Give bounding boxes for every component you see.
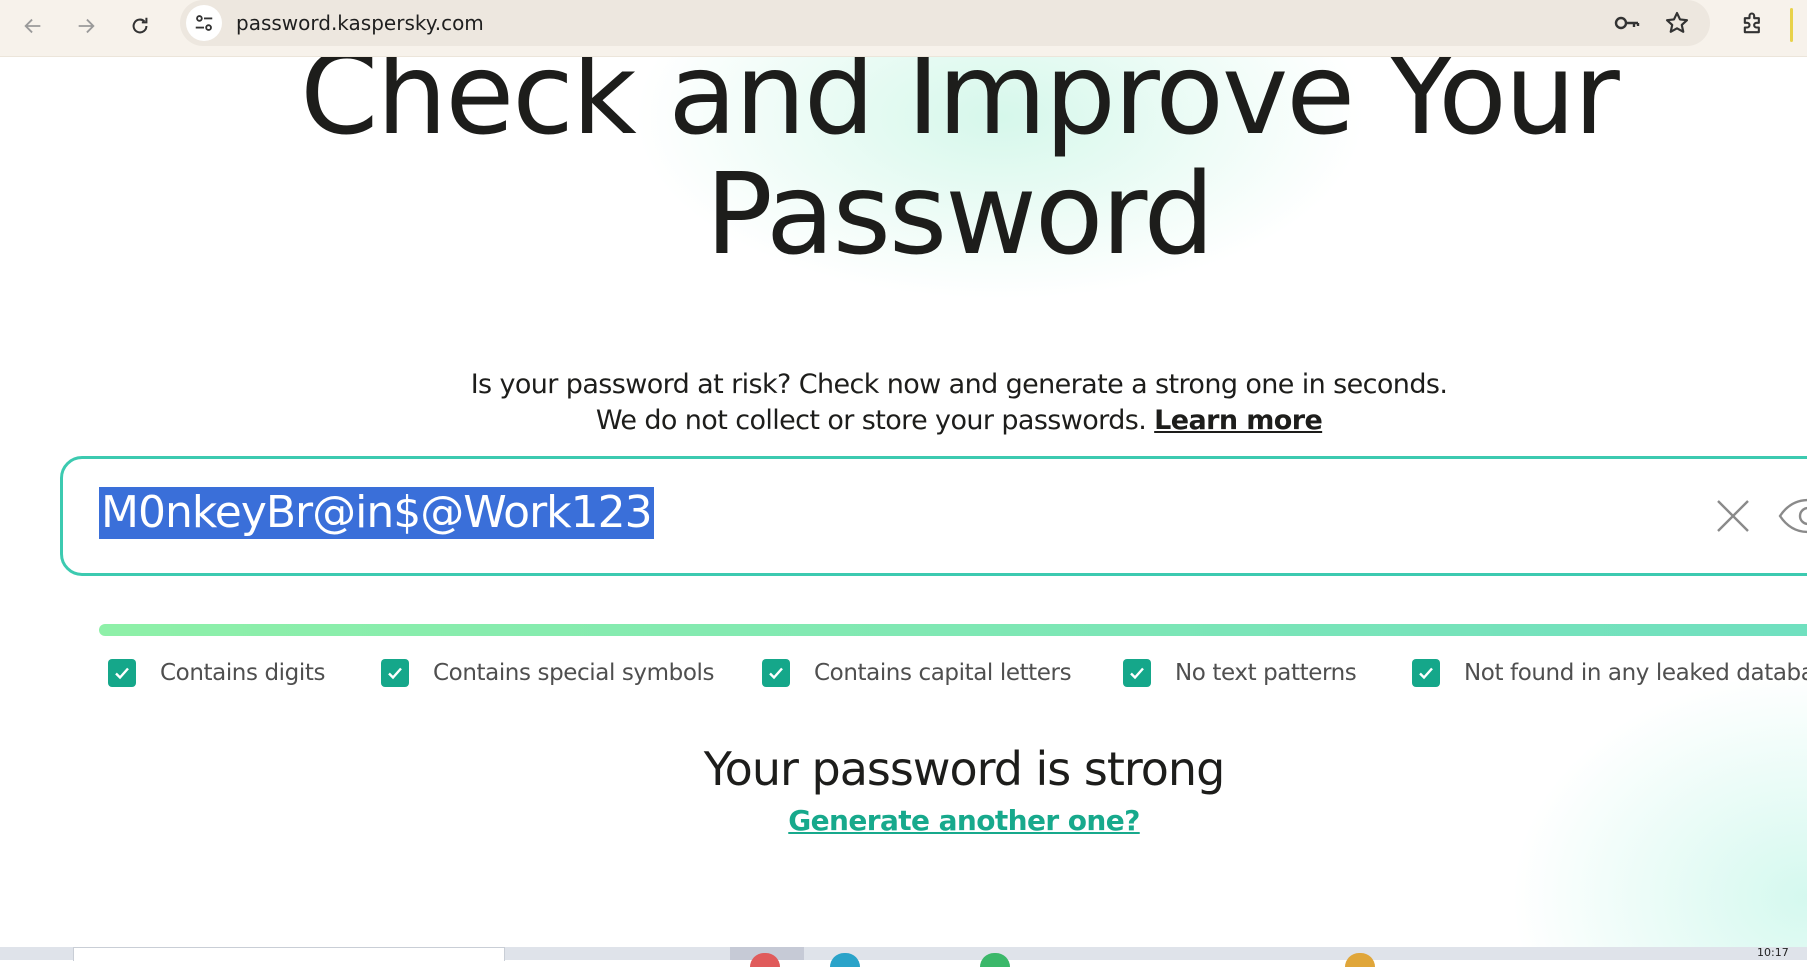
site-info-icon: [195, 15, 213, 31]
title-line-2: Password: [705, 150, 1214, 280]
check-item-text-patterns: No text patterns: [1123, 651, 1357, 695]
title-line-1: Check and Improve Your: [300, 57, 1620, 160]
page-content: Check and Improve Your Password Is your …: [0, 57, 1807, 947]
eye-icon: [1778, 498, 1807, 534]
extensions-puzzle-icon: [1743, 12, 1760, 34]
password-value[interactable]: M0nkeyBr@in$@Work123: [99, 487, 654, 539]
reload-icon: [132, 17, 148, 34]
learn-more-link[interactable]: Learn more: [1154, 405, 1323, 436]
forward-arrow-icon: [78, 18, 95, 34]
checkbox-checked-icon: [762, 659, 790, 687]
taskbar-window-preview[interactable]: [73, 947, 505, 961]
strength-meter: [99, 624, 1807, 636]
taskbar-app-icon[interactable]: [830, 953, 860, 967]
taskbar-clock: 10:17: [1757, 946, 1789, 959]
subtitle: Is your password at risk? Check now and …: [0, 367, 1807, 439]
check-label: Contains special symbols: [433, 660, 715, 686]
check-item-special-symbols: Contains special symbols: [381, 651, 714, 695]
password-checks: Contains digits Contains special symbols…: [0, 651, 1807, 695]
subtitle-line-2: We do not collect or store your password…: [595, 405, 1147, 436]
close-icon: [1717, 500, 1749, 532]
checkbox-checked-icon: [108, 659, 136, 687]
password-input[interactable]: M0nkeyBr@in$@Work123: [60, 456, 1807, 576]
browser-toolbar: password.kaspersky.com: [0, 0, 1807, 57]
address-bar[interactable]: password.kaspersky.com: [180, 0, 1710, 46]
generate-another-link[interactable]: Generate another one?: [0, 804, 1807, 837]
check-label: No text patterns: [1175, 660, 1357, 686]
password-key-button[interactable]: [1612, 8, 1642, 38]
taskbar-app-icon[interactable]: [1345, 953, 1375, 967]
forward-button[interactable]: [66, 6, 106, 46]
taskbar: 10:17: [0, 946, 1807, 967]
profile-accent: [1790, 8, 1793, 42]
bookmark-button[interactable]: [1662, 8, 1692, 38]
clear-button[interactable]: [1711, 494, 1755, 538]
page-title: Check and Improve Your Password: [0, 57, 1807, 275]
check-item-capital-letters: Contains capital letters: [762, 651, 1072, 695]
bookmark-star-icon: [1665, 11, 1689, 33]
check-label: Not found in any leaked database: [1464, 660, 1807, 686]
check-label: Contains capital letters: [814, 660, 1072, 686]
check-label: Contains digits: [160, 660, 326, 686]
show-password-button[interactable]: [1778, 494, 1807, 538]
url-text[interactable]: password.kaspersky.com: [236, 11, 484, 35]
checkbox-checked-icon: [1412, 659, 1440, 687]
checkbox-checked-icon: [1123, 659, 1151, 687]
checkbox-checked-icon: [381, 659, 409, 687]
back-arrow-icon: [24, 18, 41, 34]
check-item-digits: Contains digits: [108, 651, 325, 695]
check-item-leaked-database: Not found in any leaked database: [1412, 651, 1807, 695]
strength-result-message: Your password is strong: [703, 742, 1226, 796]
reload-button[interactable]: [120, 6, 160, 46]
password-key-icon: [1614, 16, 1640, 30]
taskbar-app-icon[interactable]: [980, 953, 1010, 967]
subtitle-line-1: Is your password at risk? Check now and …: [470, 369, 1448, 400]
back-button[interactable]: [13, 6, 53, 46]
site-info-button[interactable]: [186, 5, 222, 41]
extensions-button[interactable]: [1735, 6, 1771, 42]
